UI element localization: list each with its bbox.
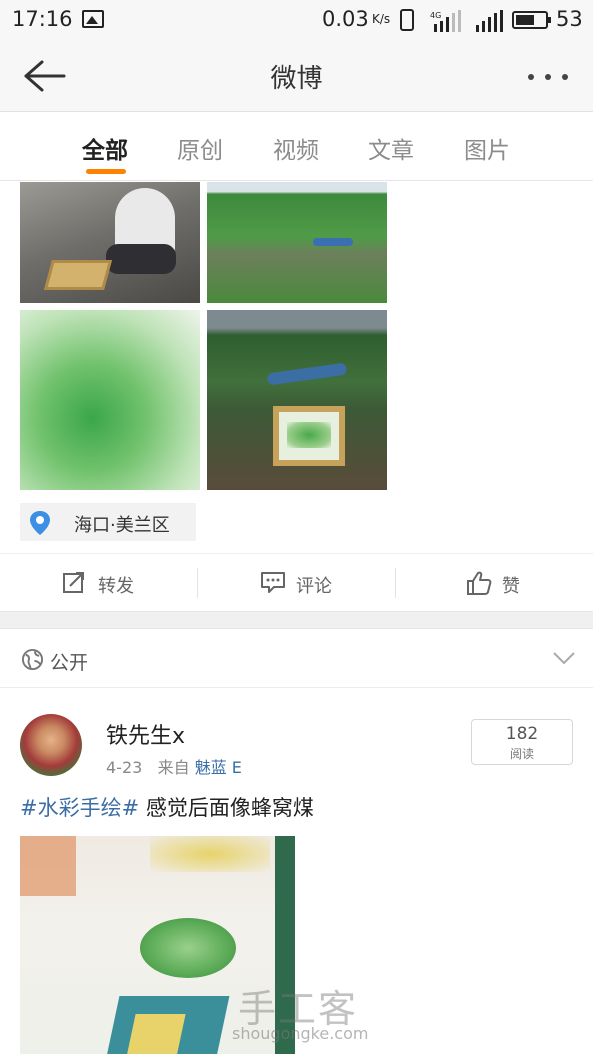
post-from-prefix: 来自 xyxy=(157,758,190,777)
thumbs-up-icon xyxy=(467,571,492,595)
read-count-badge: 182 阅读 xyxy=(471,719,573,765)
status-time: 17:16 xyxy=(12,7,73,31)
tab-original[interactable]: 原创 xyxy=(177,131,223,165)
post-text: #水彩手绘# 感觉后面像蜂窝煤 xyxy=(20,792,314,822)
location-pin-icon xyxy=(30,511,50,535)
comment-label: 评论 xyxy=(296,576,332,597)
post-photo-easel-by-pond[interactable] xyxy=(207,310,387,490)
visibility-row[interactable]: 公开 xyxy=(0,630,593,688)
globe-icon xyxy=(21,648,44,671)
tab-photo[interactable]: 图片 xyxy=(464,131,510,165)
location-label: 海口·美兰区 xyxy=(74,515,170,536)
cell-signal-icon xyxy=(476,10,503,32)
comment-button[interactable]: 评论 xyxy=(258,554,358,612)
post-date: 4-23 xyxy=(106,758,143,777)
section-separator xyxy=(0,611,593,629)
post-photo-painter-outdoors[interactable] xyxy=(20,182,200,303)
post-meta: 4-23 来自 魅蓝 E xyxy=(106,754,242,778)
watermark-url: shougongke.com xyxy=(232,1024,369,1043)
post-photo-lotus-pond[interactable] xyxy=(207,182,387,303)
like-button[interactable]: 赞 xyxy=(464,554,544,612)
post-action-bar: 转发 评论 赞 xyxy=(0,553,593,611)
tab-all[interactable]: 全部 xyxy=(82,131,128,165)
repost-icon xyxy=(63,572,84,593)
battery-level: 53 xyxy=(556,7,583,31)
action-divider xyxy=(197,568,198,598)
image-notification-icon xyxy=(82,10,104,28)
battery-icon xyxy=(512,11,551,29)
post-body: 感觉后面像蜂窝煤 xyxy=(139,796,314,820)
vibrate-icon xyxy=(400,9,414,31)
page-title: 微博 xyxy=(270,64,323,94)
like-label: 赞 xyxy=(502,576,520,597)
more-dots-icon[interactable] xyxy=(528,74,568,80)
hashtag-link[interactable]: #水彩手绘# xyxy=(20,796,139,820)
read-count-label: 阅读 xyxy=(509,747,534,761)
visibility-label: 公开 xyxy=(50,652,89,674)
comment-icon xyxy=(261,572,285,593)
top-nav-bar: 微博 xyxy=(0,40,593,112)
read-count: 182 xyxy=(505,724,539,744)
4g-signal-icon: 4G xyxy=(430,10,461,32)
post-photo-watercolor-lotus[interactable] xyxy=(20,310,200,490)
post-source[interactable]: 魅蓝 E xyxy=(195,758,242,777)
avatar[interactable] xyxy=(20,714,82,776)
tab-video[interactable]: 视频 xyxy=(273,131,319,165)
active-tab-indicator xyxy=(86,169,126,174)
action-divider xyxy=(395,568,396,598)
tab-article[interactable]: 文章 xyxy=(368,131,414,165)
repost-button[interactable]: 转发 xyxy=(60,554,160,612)
location-chip[interactable]: 海口·美兰区 xyxy=(20,503,196,541)
post-username[interactable]: 铁先生x xyxy=(106,718,185,750)
repost-label: 转发 xyxy=(98,576,134,597)
network-type: 4G xyxy=(430,11,441,20)
filter-tabs: 全部 原创 视频 文章 图片 xyxy=(0,113,593,181)
chevron-down-icon[interactable] xyxy=(552,650,576,666)
network-speed-unit: K/s xyxy=(372,12,391,26)
status-bar: 17:16 0.03 K/s 4G 53 xyxy=(0,0,593,40)
network-speed: 0.03 xyxy=(322,7,369,31)
